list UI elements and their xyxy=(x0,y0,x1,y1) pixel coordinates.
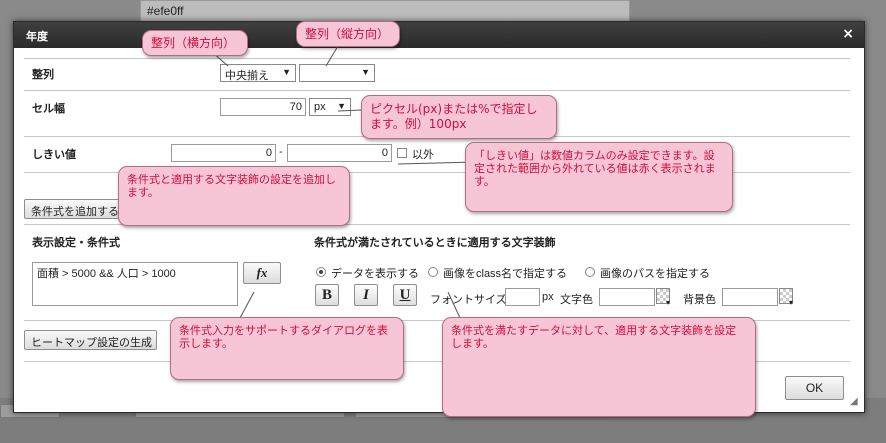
text-color-label: 文字色 xyxy=(560,294,593,306)
callout-add-condition: 条件式と適用する文字装飾の設定を追加します。 xyxy=(118,166,350,226)
text-color-input[interactable] xyxy=(599,288,655,306)
bold-button[interactable]: B xyxy=(315,284,339,306)
bg-color-input[interactable] xyxy=(722,288,778,306)
underline-button[interactable]: U xyxy=(393,284,417,306)
chevron-down-icon: ▼ xyxy=(282,67,291,77)
callout-decoration: 条件式を満たすデータに対して、適用する文字装飾を設定します。 xyxy=(442,317,756,417)
close-icon[interactable]: × xyxy=(842,26,854,42)
generate-heatmap-button[interactable]: ヒートマップ設定の生成 xyxy=(24,330,157,350)
threshold-label: しきい値 xyxy=(32,149,76,161)
bg-color-picker-icon[interactable] xyxy=(779,288,793,307)
threshold-max-input[interactable]: 0 xyxy=(287,144,392,162)
condition-left-header: 表示設定・条件式 xyxy=(32,237,120,249)
horizontal-align-select[interactable]: 中央揃え ▼ xyxy=(220,64,296,82)
font-size-input[interactable] xyxy=(505,288,540,306)
fx-button[interactable]: fx xyxy=(243,262,281,284)
font-size-label: フォントサイズ xyxy=(430,294,507,306)
callout-threshold: 「しきい値」は数値カラムのみ設定できます。設定された範囲から外れている値は赤く表… xyxy=(465,142,733,212)
radio-image-class-label: 画像をclass名で指定する xyxy=(443,268,568,280)
radio-show-data-label: データを表示する xyxy=(331,268,419,280)
text-color-picker-icon[interactable] xyxy=(656,288,670,307)
threshold-separator: - xyxy=(279,146,283,158)
chevron-down-icon: ▼ xyxy=(337,101,346,111)
radio-image-class[interactable] xyxy=(428,267,438,277)
chevron-down-icon: ▼ xyxy=(361,67,370,77)
align-label: 整列 xyxy=(32,69,54,81)
bg-color-label: 背景色 xyxy=(683,294,716,306)
callout-cell-width: ピクセル(px)または%で指定します。例）100px xyxy=(361,95,557,139)
threshold-exclude-label: 以外 xyxy=(412,149,434,161)
cell-width-input[interactable]: 70 xyxy=(220,98,306,116)
add-condition-button[interactable]: 条件式を追加する xyxy=(24,199,127,219)
condition-expression-input[interactable]: 面積 > 5000 && 人口 > 1000 xyxy=(32,262,238,306)
condition-right-header: 条件式が満たされているときに適用する文字装飾 xyxy=(314,237,556,249)
callout-align-vertical: 整列（縦方向） xyxy=(296,21,400,47)
background-color-cell: #efe0ff xyxy=(140,0,630,22)
callout-fx: 条件式入力をサポートするダイアログを表示します。 xyxy=(170,317,404,380)
threshold-min-input[interactable]: 0 xyxy=(171,144,276,162)
italic-button[interactable]: I xyxy=(354,284,378,306)
vertical-align-select[interactable]: ▼ xyxy=(299,64,375,82)
ok-button[interactable]: OK xyxy=(785,376,844,400)
horizontal-align-value: 中央揃え xyxy=(225,70,269,82)
cell-width-label: セル幅 xyxy=(32,103,65,115)
cell-width-unit-value: px xyxy=(314,101,326,113)
radio-image-path-label: 画像のパスを指定する xyxy=(600,268,710,280)
dialog-title: 年度 xyxy=(26,31,48,43)
radio-show-data[interactable] xyxy=(316,267,326,277)
threshold-exclude-checkbox[interactable] xyxy=(397,148,407,158)
background-color-code: #efe0ff xyxy=(147,4,184,18)
font-size-unit: px xyxy=(542,291,554,303)
align-row xyxy=(24,58,850,90)
resize-handle-icon[interactable]: ◢ xyxy=(850,396,858,407)
radio-image-path[interactable] xyxy=(585,267,595,277)
callout-align-horizontal: 整列（横方向） xyxy=(142,30,248,56)
cell-width-unit-select[interactable]: px ▼ xyxy=(309,98,351,116)
